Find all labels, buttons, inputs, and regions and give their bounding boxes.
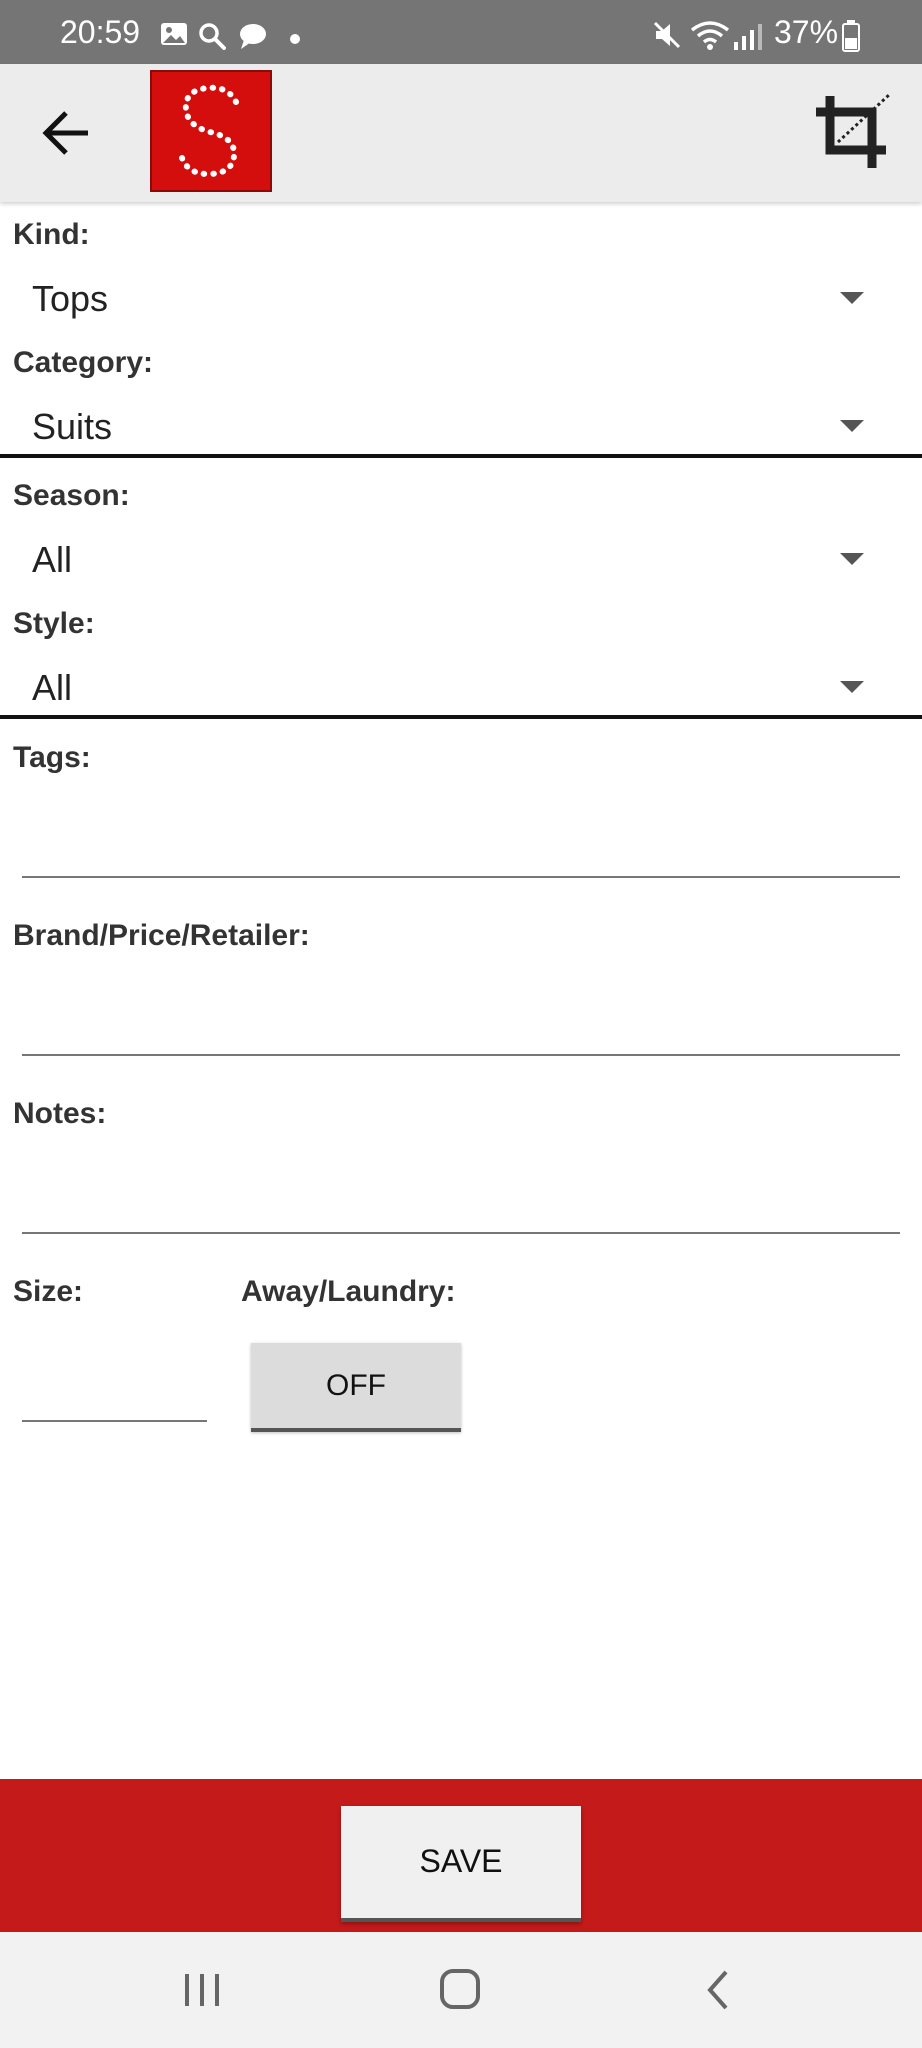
app-logo — [150, 70, 272, 192]
kind-label: Kind: — [13, 218, 90, 251]
mute-icon — [653, 21, 681, 49]
kind-value: Tops — [32, 278, 109, 319]
tags-label: Tags: — [13, 741, 91, 774]
style-dropdown[interactable]: All — [0, 657, 922, 717]
home-icon[interactable] — [430, 1962, 490, 2018]
category-dropdown[interactable]: Suits — [0, 396, 922, 456]
away-laundry-label: Away/Laundry: — [241, 1275, 456, 1308]
search-icon — [199, 23, 226, 50]
save-button[interactable]: SAVE — [341, 1806, 581, 1922]
style-label: Style: — [13, 607, 95, 640]
navigation-bar — [0, 1932, 922, 2048]
gallery-icon — [161, 23, 187, 45]
back-nav-icon[interactable] — [688, 1962, 748, 2018]
chevron-down-icon — [840, 420, 864, 432]
status-bar: 20:59 37% — [0, 0, 922, 64]
size-label: Size: — [13, 1275, 84, 1308]
dot-icon — [290, 34, 300, 44]
battery-percent: 37% — [774, 14, 839, 50]
logo-s-icon — [179, 84, 239, 178]
brand-input[interactable] — [22, 996, 900, 1056]
category-label: Category: — [13, 346, 154, 379]
season-value: All — [32, 539, 73, 580]
chevron-down-icon — [840, 553, 864, 565]
notes-input[interactable] — [22, 1174, 900, 1234]
chat-bubble-icon — [240, 24, 266, 49]
kind-dropdown[interactable]: Tops — [0, 268, 922, 328]
back-arrow-icon[interactable] — [40, 108, 96, 158]
crop-icon[interactable] — [808, 88, 898, 178]
season-label: Season: — [13, 479, 130, 512]
category-value: Suits — [32, 406, 113, 447]
recent-apps-icon[interactable] — [172, 1962, 232, 2018]
away-laundry-toggle[interactable]: OFF — [251, 1343, 461, 1432]
section-divider — [0, 454, 922, 458]
section-divider — [0, 715, 922, 719]
season-dropdown[interactable]: All — [0, 529, 922, 589]
chevron-down-icon — [840, 292, 864, 304]
app-bar — [0, 64, 922, 202]
chevron-down-icon — [840, 681, 864, 693]
wifi-icon — [690, 21, 730, 50]
battery-icon — [842, 20, 860, 52]
notes-label: Notes: — [13, 1097, 107, 1130]
brand-label: Brand/Price/Retailer: — [13, 919, 310, 952]
size-input[interactable] — [22, 1362, 207, 1422]
save-bar: SAVE — [0, 1779, 922, 1932]
status-time: 20:59 — [60, 14, 141, 50]
signal-icon — [734, 24, 762, 50]
style-value: All — [32, 667, 73, 708]
tags-input[interactable] — [22, 818, 900, 878]
